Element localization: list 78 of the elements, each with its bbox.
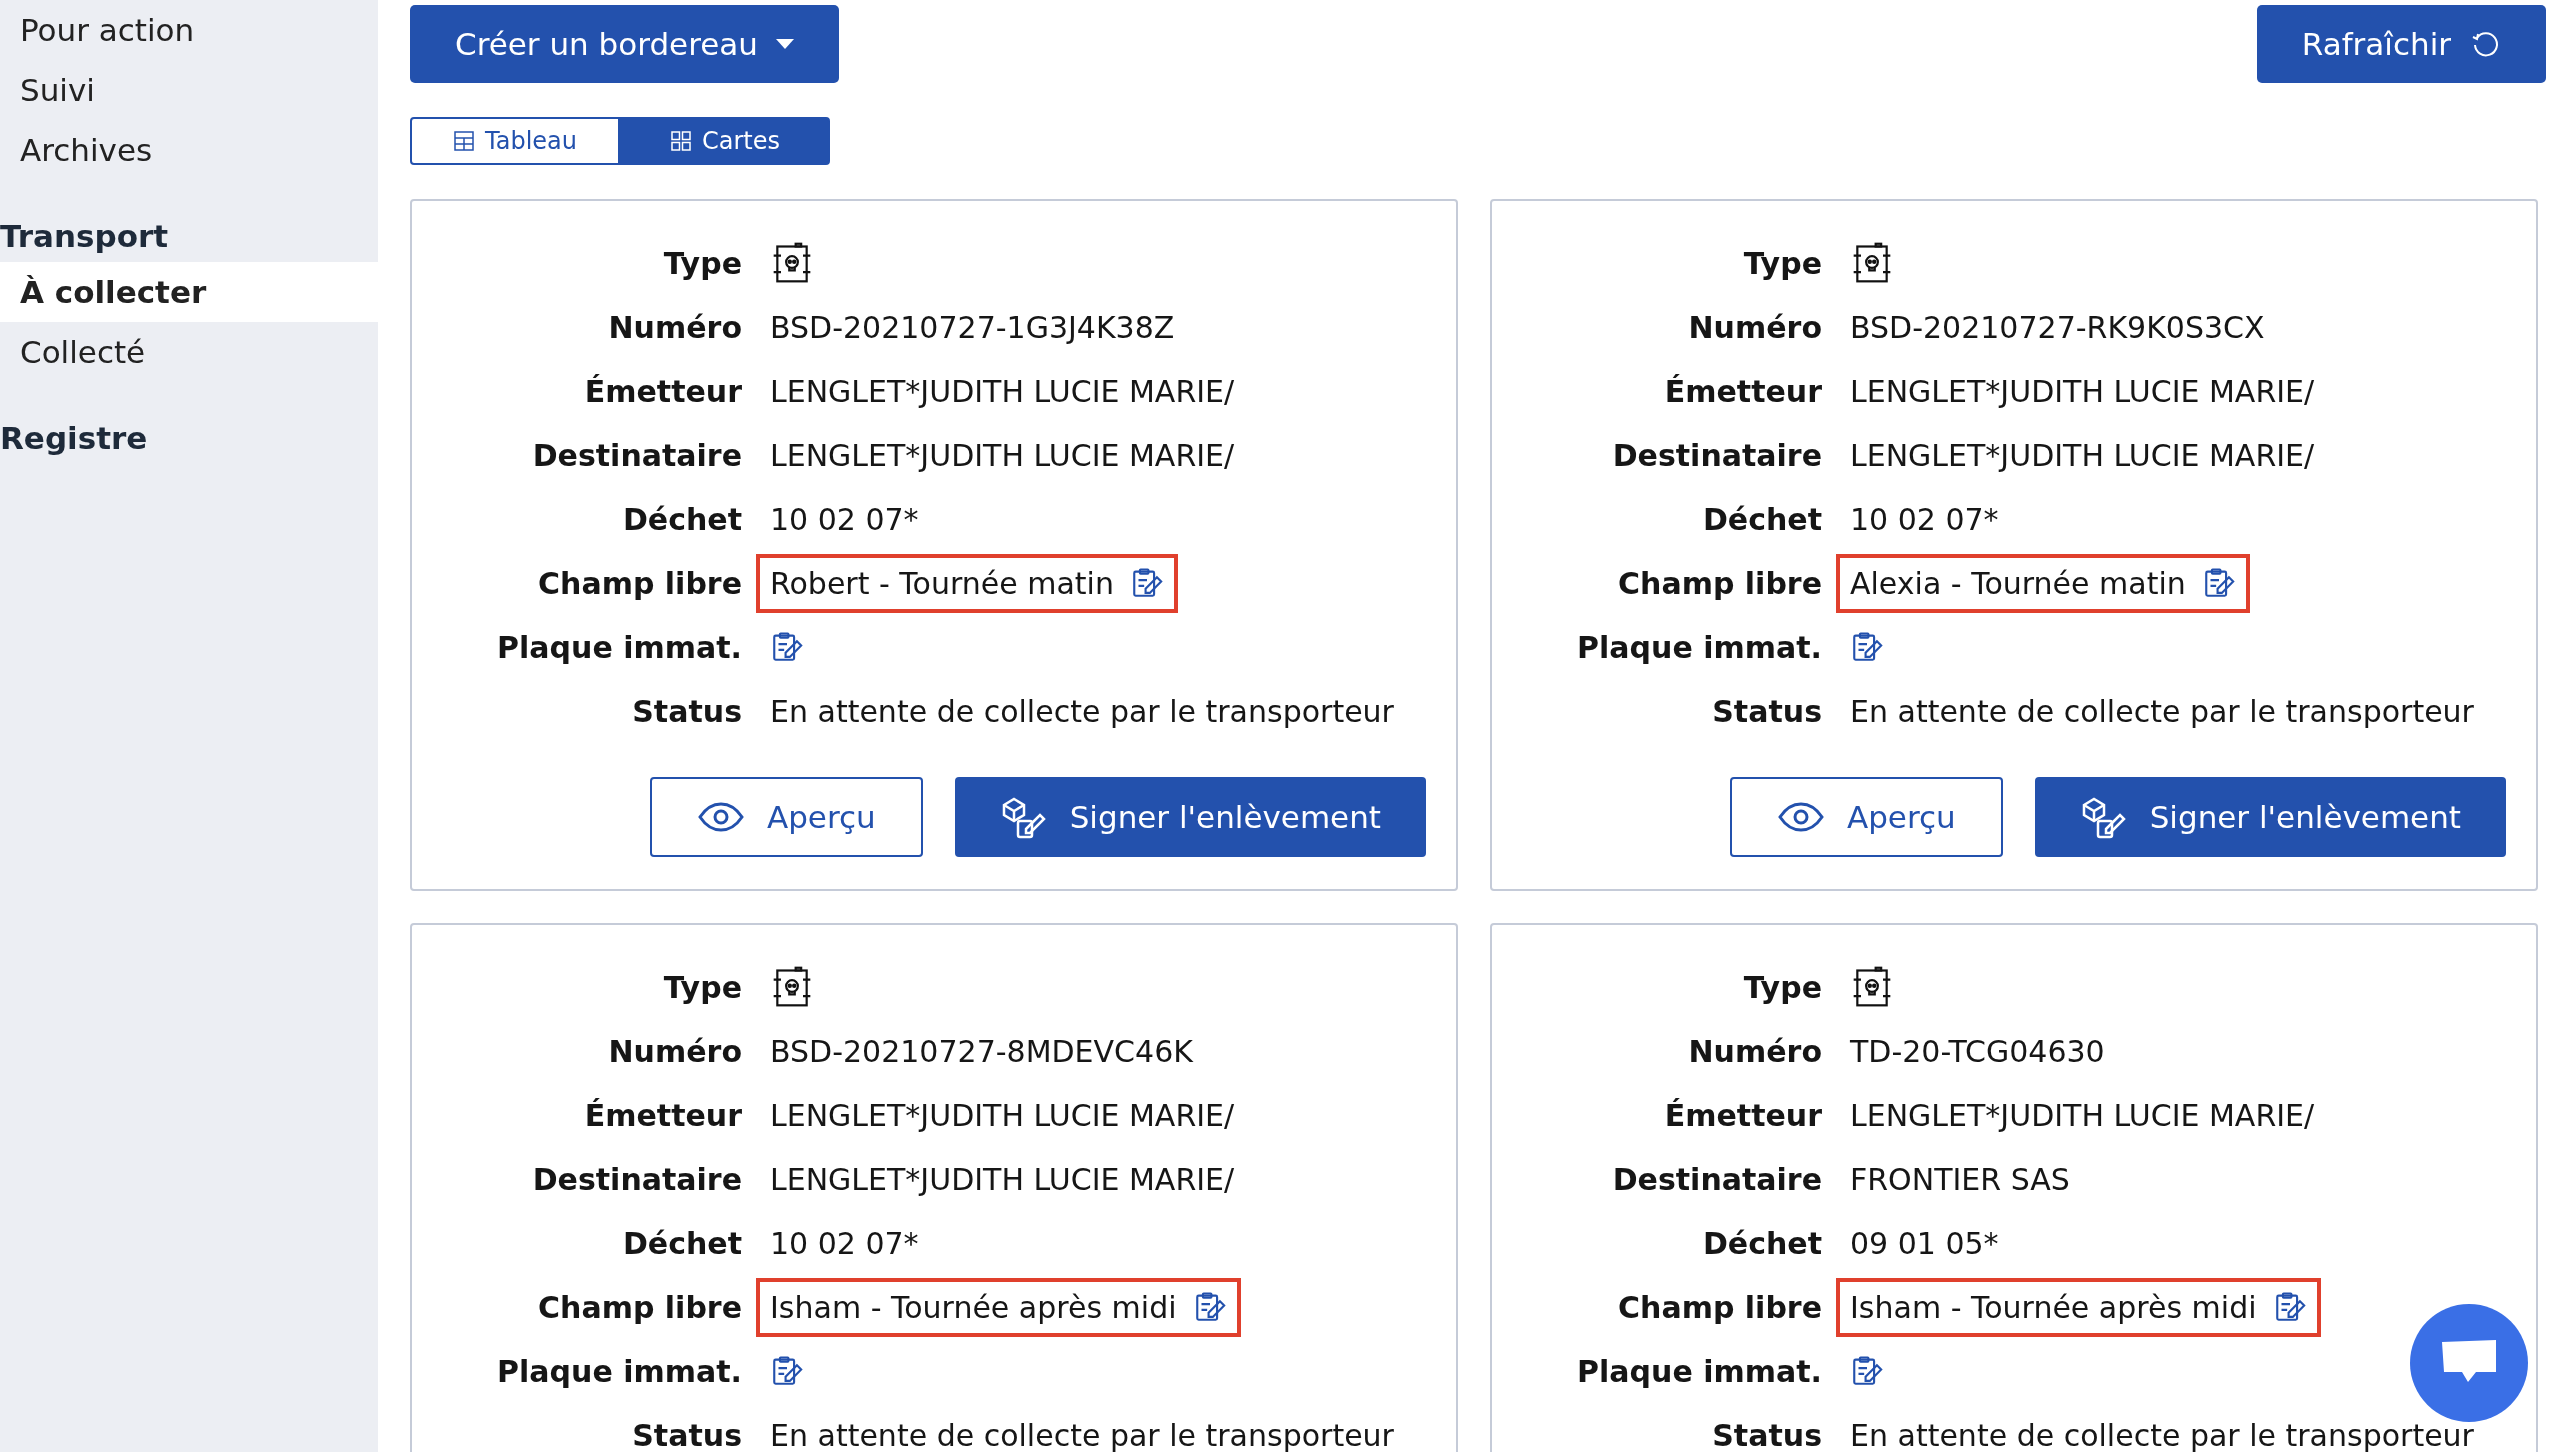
field-value: BSD-20210727-1G3J4K38Z [770, 309, 1175, 345]
field-label: Émetteur [1664, 373, 1822, 409]
sign-button[interactable]: Signer l'enlèvement [954, 777, 1426, 857]
field-label: Numéro [608, 1033, 742, 1069]
field-value: BSD-20210727-RK9K0S3CX [1850, 309, 2265, 345]
caret-icon [776, 39, 794, 49]
field-label: Plaque immat. [497, 1353, 742, 1389]
sidebar-item[interactable]: Suivi [0, 60, 378, 120]
field-label: Status [632, 1417, 742, 1452]
field-value: 10 02 07* [770, 501, 919, 537]
field-label: Status [1712, 693, 1822, 729]
field-label: Type [1743, 245, 1822, 281]
field-value: En attente de collecte par le transporteur [770, 1417, 1394, 1452]
field-label: Émetteur [584, 1097, 742, 1133]
view-tab[interactable]: Tableau [410, 117, 620, 165]
field-label: Destinataire [1612, 437, 1822, 473]
field-label: Numéro [608, 309, 742, 345]
refresh-button[interactable]: Rafraîchir [2256, 5, 2546, 83]
field-label: Déchet [1702, 501, 1822, 537]
field-value: LENGLET*JUDITH LUCIE MARIE/ [1850, 373, 2315, 409]
field-value: Isham - Tournée après midi [1850, 1289, 2257, 1325]
edit-icon[interactable] [1850, 1354, 1884, 1388]
field-label: Status [632, 693, 742, 729]
field-value: LENGLET*JUDITH LUCIE MARIE/ [770, 1161, 1235, 1197]
field-value: LENGLET*JUDITH LUCIE MARIE/ [1850, 1097, 2315, 1133]
field-value: LENGLET*JUDITH LUCIE MARIE/ [1850, 437, 2315, 473]
sign-button[interactable]: Signer l'enlèvement [2034, 777, 2506, 857]
field-value: Robert - Tournée matin [770, 565, 1114, 601]
grid-icon [670, 130, 692, 152]
field-label: Déchet [1702, 1225, 1822, 1261]
field-label: Type [663, 969, 742, 1005]
field-value: LENGLET*JUDITH LUCIE MARIE/ [770, 437, 1235, 473]
field-label: Champ libre [538, 565, 742, 601]
field-label: Type [663, 245, 742, 281]
field-label: Émetteur [1664, 1097, 1822, 1133]
field-value: Isham - Tournée après midi [770, 1289, 1177, 1325]
field-label: Plaque immat. [1577, 629, 1822, 665]
field-value: BSD-20210727-8MDEVC46K [770, 1033, 1193, 1069]
field-label: Champ libre [1618, 1289, 1822, 1325]
create-dropdown-button[interactable]: Créer un bordereau [410, 5, 839, 83]
sidebar-item[interactable]: Archives [0, 120, 378, 180]
field-value: LENGLET*JUDITH LUCIE MARIE/ [770, 1097, 1235, 1133]
field-value: LENGLET*JUDITH LUCIE MARIE/ [770, 373, 1235, 409]
field-value: En attente de collecte par le transporteur [770, 693, 1394, 729]
field-label: Status [1712, 1417, 1822, 1452]
field-value: En attente de collecte par le transporteur [1850, 693, 2474, 729]
field-label: Champ libre [1618, 565, 1822, 601]
field-label: Déchet [622, 1225, 742, 1261]
field-value: 10 02 07* [1850, 501, 1999, 537]
field-label: Numéro [1688, 309, 1822, 345]
field-label: Plaque immat. [497, 629, 742, 665]
sidebar-item[interactable]: Collecté [0, 322, 378, 382]
sidebar-section-title: Registre [0, 420, 148, 456]
edit-icon[interactable] [1850, 630, 1884, 664]
field-value: TD-20-TCG04630 [1850, 1033, 2105, 1069]
table-icon [453, 130, 475, 152]
view-tab[interactable]: Cartes [620, 117, 830, 165]
field-value: 09 01 05* [1850, 1225, 1999, 1261]
field-label: Déchet [622, 501, 742, 537]
field-label: Destinataire [532, 437, 742, 473]
field-value: En attente de collecte par le transporteur [1850, 1417, 2474, 1452]
field-label: Destinataire [532, 1161, 742, 1197]
sidebar-section-title: Transport [0, 218, 169, 254]
field-value: 10 02 07* [770, 1225, 919, 1261]
field-label: Numéro [1688, 1033, 1822, 1069]
preview-button[interactable]: Aperçu [1729, 777, 2003, 857]
field-value: FRONTIER SAS [1850, 1161, 2070, 1197]
sidebar-item[interactable]: Pour action [0, 0, 378, 60]
preview-button[interactable]: Aperçu [649, 777, 923, 857]
field-label: Émetteur [584, 373, 742, 409]
field-label: Plaque immat. [1577, 1353, 1822, 1389]
field-value: Alexia - Tournée matin [1850, 565, 2186, 601]
edit-icon[interactable] [770, 1354, 804, 1388]
field-label: Destinataire [1612, 1161, 1822, 1197]
field-label: Champ libre [538, 1289, 742, 1325]
sidebar-item[interactable]: À collecter [0, 262, 378, 322]
field-label: Type [1743, 969, 1822, 1005]
edit-icon[interactable] [770, 630, 804, 664]
